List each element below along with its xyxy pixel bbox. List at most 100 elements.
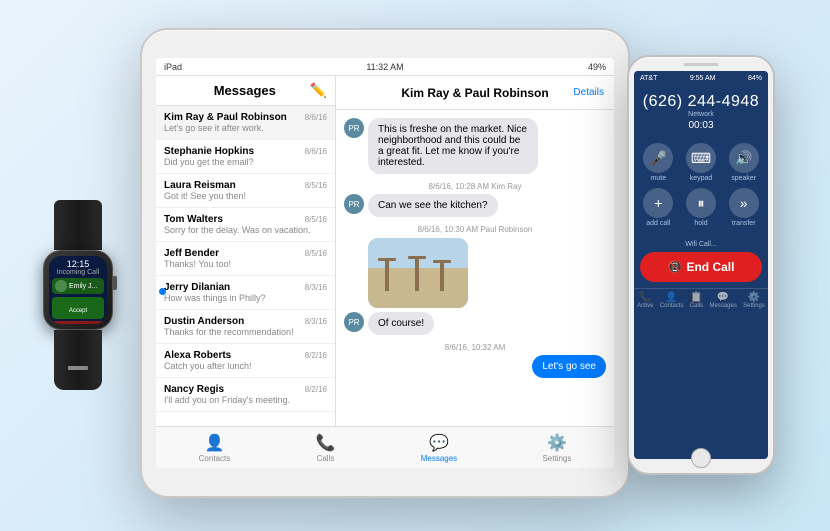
- speaker-label: speaker: [731, 175, 756, 182]
- nav-item-calls[interactable]: 📞 Calls: [316, 433, 336, 463]
- active-label: Active: [637, 303, 653, 309]
- end-call-button[interactable]: 📵 End Call: [640, 252, 762, 282]
- watch-band-bottom: [54, 330, 102, 390]
- contacts-icon: 👤: [204, 433, 224, 453]
- list-item[interactable]: Tom Walters 8/5/16 Sorry for the delay. …: [156, 208, 335, 242]
- hold-icon: ⏸: [686, 188, 716, 218]
- contact-date: 8/2/16: [305, 351, 327, 360]
- iphone-nav-messages[interactable]: 💬 Messages: [709, 292, 736, 309]
- transfer-button[interactable]: » transfer: [725, 188, 762, 227]
- mute-icon: 🎤: [643, 143, 673, 173]
- message-preview: Catch you after lunch!: [164, 361, 327, 371]
- ipad-body: Messages ✏️ Kim Ray & Paul Robinson 8/6/…: [156, 76, 614, 426]
- list-item[interactable]: Stephanie Hopkins 8/6/16 Did you get the…: [156, 140, 335, 174]
- chat-image: [368, 238, 468, 308]
- contact-date: 8/6/16: [305, 147, 327, 156]
- contact-name: Kim Ray & Paul Robinson: [164, 112, 287, 123]
- messages-icon: 💬: [429, 433, 449, 453]
- chat-contact-name: Kim Ray & Paul Robinson: [401, 86, 548, 100]
- message-bubble-sent: Let's go see: [532, 355, 606, 378]
- messages-title: Messages: [180, 83, 310, 98]
- watch-buckle: [68, 366, 88, 370]
- iphone-battery: 84%: [748, 75, 762, 82]
- settings-icon-phone: ⚙️: [748, 292, 760, 303]
- message-item-wrapper-4: Tom Walters 8/5/16 Sorry for the delay. …: [156, 208, 335, 242]
- nav-label-settings: Settings: [542, 454, 571, 463]
- message-preview: Did you get the email?: [164, 157, 327, 167]
- list-item[interactable]: Jerry Dilanian 8/3/16 How was things in …: [156, 276, 335, 310]
- message-item-wrapper-7: Dustin Anderson 8/3/16 Thanks for the re…: [156, 310, 335, 344]
- iphone-nav-settings[interactable]: ⚙️ Settings: [743, 292, 765, 309]
- end-call-area: Wifi Call... 📵 End Call: [634, 235, 768, 288]
- details-link[interactable]: Details: [573, 87, 604, 98]
- iphone-carrier: AT&T: [640, 75, 657, 82]
- nav-item-contacts[interactable]: 👤 Contacts: [199, 433, 231, 463]
- list-item[interactable]: Alexa Roberts 8/2/16 Catch you after lun…: [156, 344, 335, 378]
- caller-number: (626) 244-4948: [640, 93, 762, 111]
- end-call-phone-icon: 📵: [668, 260, 683, 274]
- contact-date: 8/5/16: [305, 181, 327, 190]
- iphone-screen: AT&T 9:55 AM 84% (626) 244-4948 Network …: [634, 71, 768, 459]
- message-preview: Sorry for the delay. Was on vacation.: [164, 225, 327, 235]
- message-item-wrapper-6: Jerry Dilanian 8/3/16 How was things in …: [156, 276, 335, 310]
- watch-time: 12:15: [49, 256, 107, 269]
- iphone-nav-active[interactable]: 📞 Active: [637, 292, 653, 309]
- mute-button[interactable]: 🎤 mute: [640, 143, 677, 182]
- message-item-wrapper-9: Nancy Regis 8/2/16 I'll add you on Frida…: [156, 378, 335, 412]
- list-item[interactable]: Kim Ray & Paul Robinson 8/6/16 Let's go …: [156, 106, 335, 140]
- keypad-button[interactable]: ⌨ keypad: [683, 143, 720, 182]
- nav-item-messages[interactable]: 💬 Messages: [421, 433, 457, 463]
- message-item-wrapper-8: Alexa Roberts 8/2/16 Catch you after lun…: [156, 344, 335, 378]
- contact-name: Nancy Regis: [164, 384, 224, 395]
- speaker-button[interactable]: 🔊 speaker: [725, 143, 762, 182]
- add-call-button[interactable]: + add call: [640, 188, 677, 227]
- ipad-status-bar: iPad 11:32 AM 49%: [156, 58, 614, 76]
- contact-name: Tom Walters: [164, 214, 223, 225]
- message-preview: Thanks! You too!: [164, 259, 327, 269]
- watch-screen: 12:15 Incoming Call Emily J... Accept De…: [49, 256, 107, 324]
- watch-decline-button[interactable]: Decline: [52, 321, 104, 324]
- kitchen-image: [368, 238, 468, 308]
- keypad-icon: ⌨: [686, 143, 716, 173]
- iphone-time: 9:55 AM: [690, 75, 716, 82]
- iphone-nav-contacts[interactable]: 👤 Contacts: [660, 292, 684, 309]
- message-bubble: Of course!: [368, 312, 434, 335]
- chat-area: Kim Ray & Paul Robinson Details PR This …: [336, 76, 614, 426]
- nav-item-settings[interactable]: ⚙️ Settings: [542, 433, 571, 463]
- message-preview: I'll add you on Friday's meeting.: [164, 395, 327, 405]
- iphone-device: AT&T 9:55 AM 84% (626) 244-4948 Network …: [627, 55, 775, 475]
- contacts-label-phone: Contacts: [660, 303, 684, 309]
- list-item[interactable]: Jeff Bender 8/5/16 Thanks! You too!: [156, 242, 335, 276]
- wifi-call-label: Wifi Call...: [640, 241, 762, 248]
- iphone-nav-calls[interactable]: 📋 Calls: [690, 292, 703, 309]
- chat-timestamp: 8/6/16, 10:32 AM: [344, 343, 606, 352]
- iphone-status-bar: AT&T 9:55 AM 84%: [634, 71, 768, 85]
- watch-contact-button[interactable]: Emily J...: [52, 278, 104, 294]
- watch-call-label: Incoming Call: [49, 269, 107, 276]
- keypad-label: keypad: [690, 175, 713, 182]
- message-bubble: Can we see the kitchen?: [368, 194, 498, 217]
- watch-band-top: [54, 200, 102, 250]
- compose-icon[interactable]: ✏️: [310, 82, 327, 99]
- end-call-label: End Call: [686, 260, 734, 274]
- list-item[interactable]: Laura Reisman 8/5/16 Got it! See you the…: [156, 174, 335, 208]
- speaker-icon: 🔊: [729, 143, 759, 173]
- hold-button[interactable]: ⏸ hold: [683, 188, 720, 227]
- messages-sidebar: Messages ✏️ Kim Ray & Paul Robinson 8/6/…: [156, 76, 336, 426]
- home-button[interactable]: [691, 448, 711, 468]
- contact-date: 8/5/16: [305, 215, 327, 224]
- message-item-wrapper-3: Laura Reisman 8/5/16 Got it! See you the…: [156, 174, 335, 208]
- list-item[interactable]: Nancy Regis 8/2/16 I'll add you on Frida…: [156, 378, 335, 412]
- list-item[interactable]: Dustin Anderson 8/3/16 Thanks for the re…: [156, 310, 335, 344]
- watch-accept-button[interactable]: Accept: [52, 297, 104, 319]
- message-item-wrapper-2: Stephanie Hopkins 8/6/16 Did you get the…: [156, 140, 335, 174]
- message-preview: How was things in Philly?: [164, 293, 327, 303]
- watch-avatar: [55, 280, 67, 292]
- hold-label: hold: [694, 220, 707, 227]
- transfer-label: transfer: [732, 220, 756, 227]
- transfer-icon: »: [729, 188, 759, 218]
- settings-icon: ⚙️: [547, 433, 567, 453]
- calls-label-phone: Calls: [690, 303, 703, 309]
- ipad-status-center: 11:32 AM: [366, 62, 403, 72]
- nav-label-contacts: Contacts: [199, 454, 231, 463]
